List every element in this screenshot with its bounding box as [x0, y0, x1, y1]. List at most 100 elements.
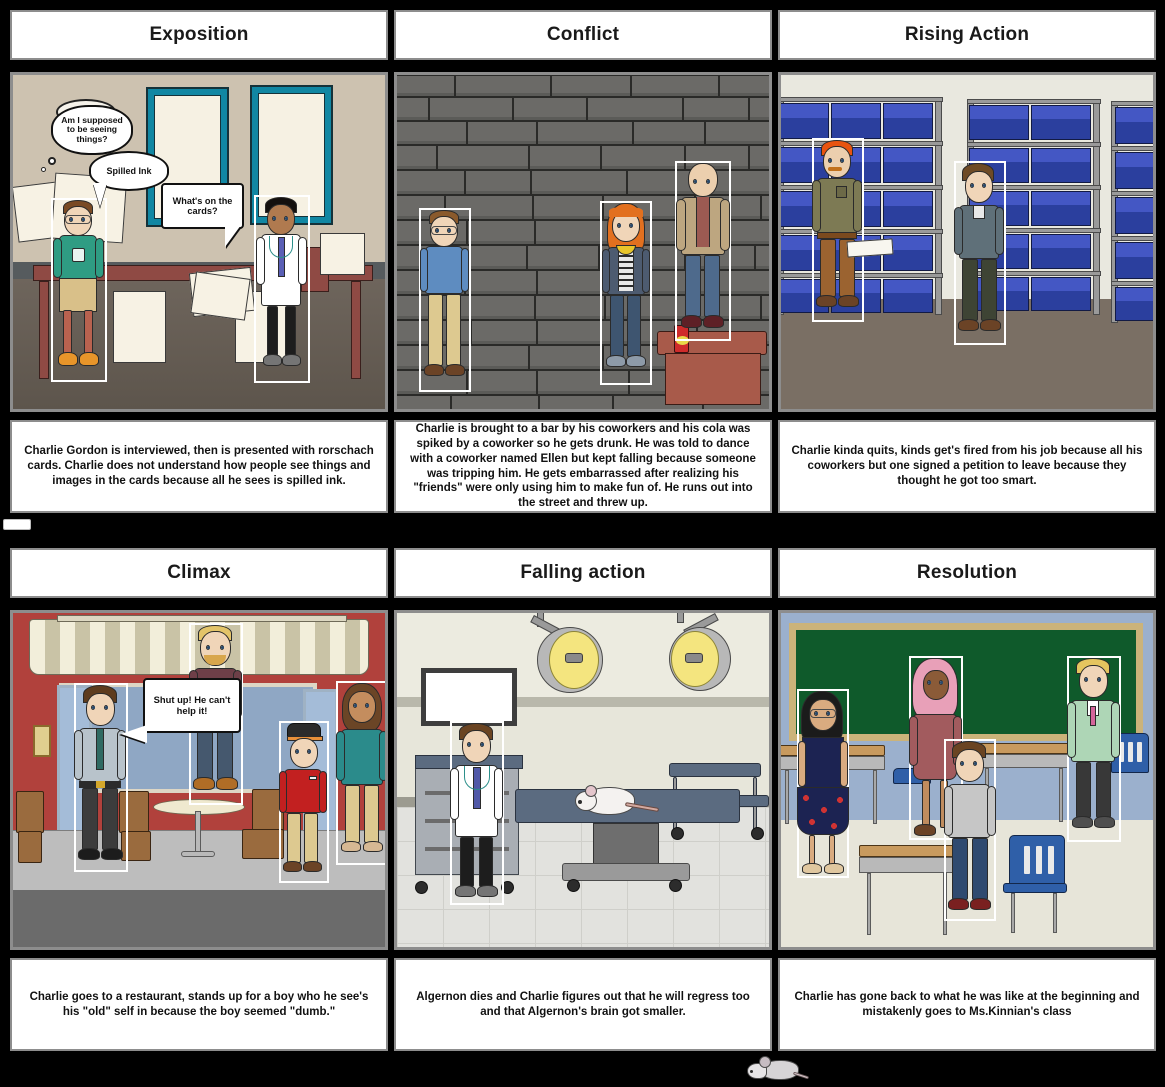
awning-bar	[57, 615, 347, 622]
character-student-boy-sweater	[1067, 658, 1120, 840]
panel-title-text: Falling action	[520, 562, 646, 583]
scene-operating-room	[394, 610, 772, 950]
cabinet-caster-right	[501, 881, 514, 894]
dress-top	[802, 737, 844, 789]
speech-tail-shut-up	[121, 725, 147, 743]
thought-bubble-seeing-things: Am I supposed to be seeing things?	[51, 105, 133, 155]
side-table-top	[669, 763, 761, 777]
menu-plaque	[33, 725, 51, 757]
panel-caption-falling-action: Algernon dies and Charlie figures out th…	[394, 958, 772, 1051]
glasses-icon	[810, 709, 836, 718]
panel-title-conflict: Conflict	[394, 10, 772, 60]
character-coworker	[676, 163, 730, 339]
dress-skirt	[797, 787, 849, 835]
optable-caster-r	[669, 879, 682, 892]
striped-shirt	[618, 249, 634, 291]
operating-table-column	[593, 823, 659, 867]
chair-front	[1009, 835, 1065, 887]
mouse-ear	[585, 785, 597, 797]
panel-caption-resolution: Charlie has gone back to what he was lik…	[778, 958, 1156, 1051]
scene-classroom	[778, 610, 1156, 950]
caption-text: Charlie kinda quits, kinds get's fired f…	[791, 445, 1143, 487]
bar-box-front	[665, 353, 761, 405]
panel-scene-falling-action[interactable]	[394, 610, 772, 950]
mouse-icon	[745, 1054, 810, 1084]
panel-title-text: Climax	[167, 562, 231, 583]
cap	[287, 723, 321, 737]
algernon-mouse	[575, 781, 660, 817]
speech-tail-cards	[225, 225, 241, 247]
panel-caption-rising-action: Charlie kinda quits, kinds get's fired f…	[778, 420, 1156, 513]
panel-caption-exposition: Charlie Gordon is interviewed, then is p…	[10, 420, 388, 513]
character-charlie	[944, 741, 996, 919]
thought-dot-large	[48, 157, 56, 165]
chair-front-leg-l	[1011, 893, 1015, 933]
lamp-arm-2	[677, 613, 684, 623]
chair-right-seat	[242, 829, 284, 859]
speech-tail-spilled-ink	[93, 183, 107, 207]
character-foreman	[812, 140, 862, 320]
character-charlie	[74, 685, 126, 870]
caption-text: Charlie goes to a restaurant, stands up …	[29, 990, 369, 1018]
panel-scene-rising-action[interactable]	[778, 72, 1156, 412]
side-table-caster-l	[671, 827, 684, 840]
rorschach-card-1	[113, 291, 166, 363]
speech-bubble-whats-on-the-cards: What's on the cards?	[161, 183, 244, 229]
chair-front-leg-r	[1053, 893, 1057, 933]
panel-scene-climax[interactable]: Shut up! He can't help it!	[10, 610, 388, 950]
scene-interview-room: Am I supposed to be seeing things? Spill…	[10, 72, 388, 412]
table-leg-right	[351, 281, 361, 379]
glasses-icon	[65, 215, 91, 224]
panel-title-resolution: Resolution	[778, 548, 1156, 598]
panel-scene-exposition[interactable]: Am I supposed to be seeing things? Spill…	[10, 72, 388, 412]
side-table-caster-r	[751, 827, 764, 840]
character-charlie	[420, 210, 469, 390]
clipboard-petition	[846, 238, 894, 258]
character-charlie	[53, 200, 105, 380]
name-tag	[309, 776, 317, 780]
road	[13, 890, 385, 947]
necktie	[96, 728, 104, 770]
panel-title-text: Resolution	[916, 562, 1018, 583]
chair-far-left-seat	[18, 831, 42, 863]
scene-restaurant: Shut up! He can't help it!	[10, 610, 388, 950]
caption-text: Charlie Gordon is interviewed, then is p…	[24, 445, 374, 487]
wall-monitor	[421, 668, 517, 726]
thought-dot-small	[41, 167, 46, 172]
shelf-rack-right	[1111, 101, 1153, 323]
held-papers	[190, 271, 251, 321]
mouse-eye	[578, 800, 582, 804]
optable-caster-l	[567, 879, 580, 892]
panel-title-exposition: Exposition	[10, 10, 388, 60]
necktie	[1090, 706, 1096, 726]
panel-title-rising-action: Rising Action	[778, 10, 1156, 60]
panel-caption-conflict: Charlie is brought to a bar by his cowor…	[394, 420, 772, 513]
table-leg-left	[39, 281, 49, 379]
resize-handle[interactable]	[3, 519, 31, 530]
panel-title-text: Conflict	[546, 24, 620, 45]
storyboard-canvas: Exposition Conflict Rising Action Am I s…	[0, 0, 1165, 1087]
caption-text: Charlie is brought to a bar by his cowor…	[410, 423, 756, 509]
character-woman	[336, 683, 385, 863]
character-student-girl-floral	[797, 691, 849, 876]
panel-scene-resolution[interactable]	[778, 610, 1156, 950]
panel-title-text: Rising Action	[904, 24, 1030, 45]
panel-scene-conflict[interactable]	[394, 72, 772, 412]
belt	[817, 232, 857, 239]
caption-text: Charlie has gone back to what he was lik…	[794, 990, 1140, 1018]
speech-bubble-shut-up: Shut up! He can't help it!	[143, 678, 241, 733]
cafe-table-stem	[195, 811, 201, 853]
caption-text: Algernon dies and Charlie figures out th…	[416, 990, 750, 1018]
cafe-table-base	[181, 851, 215, 857]
belt-buckle	[96, 781, 105, 788]
chair-far-left	[16, 791, 44, 833]
glasses-icon	[431, 226, 457, 235]
cabinet-caster-left	[415, 881, 428, 894]
character-charlie	[954, 163, 1004, 343]
panel-title-text: Exposition	[149, 24, 249, 45]
character-doctor	[256, 197, 308, 381]
operating-table-base	[562, 863, 690, 881]
scene-brick-wall-bar	[394, 72, 772, 412]
character-ellen	[602, 203, 650, 383]
panel-title-falling-action: Falling action	[394, 548, 772, 598]
